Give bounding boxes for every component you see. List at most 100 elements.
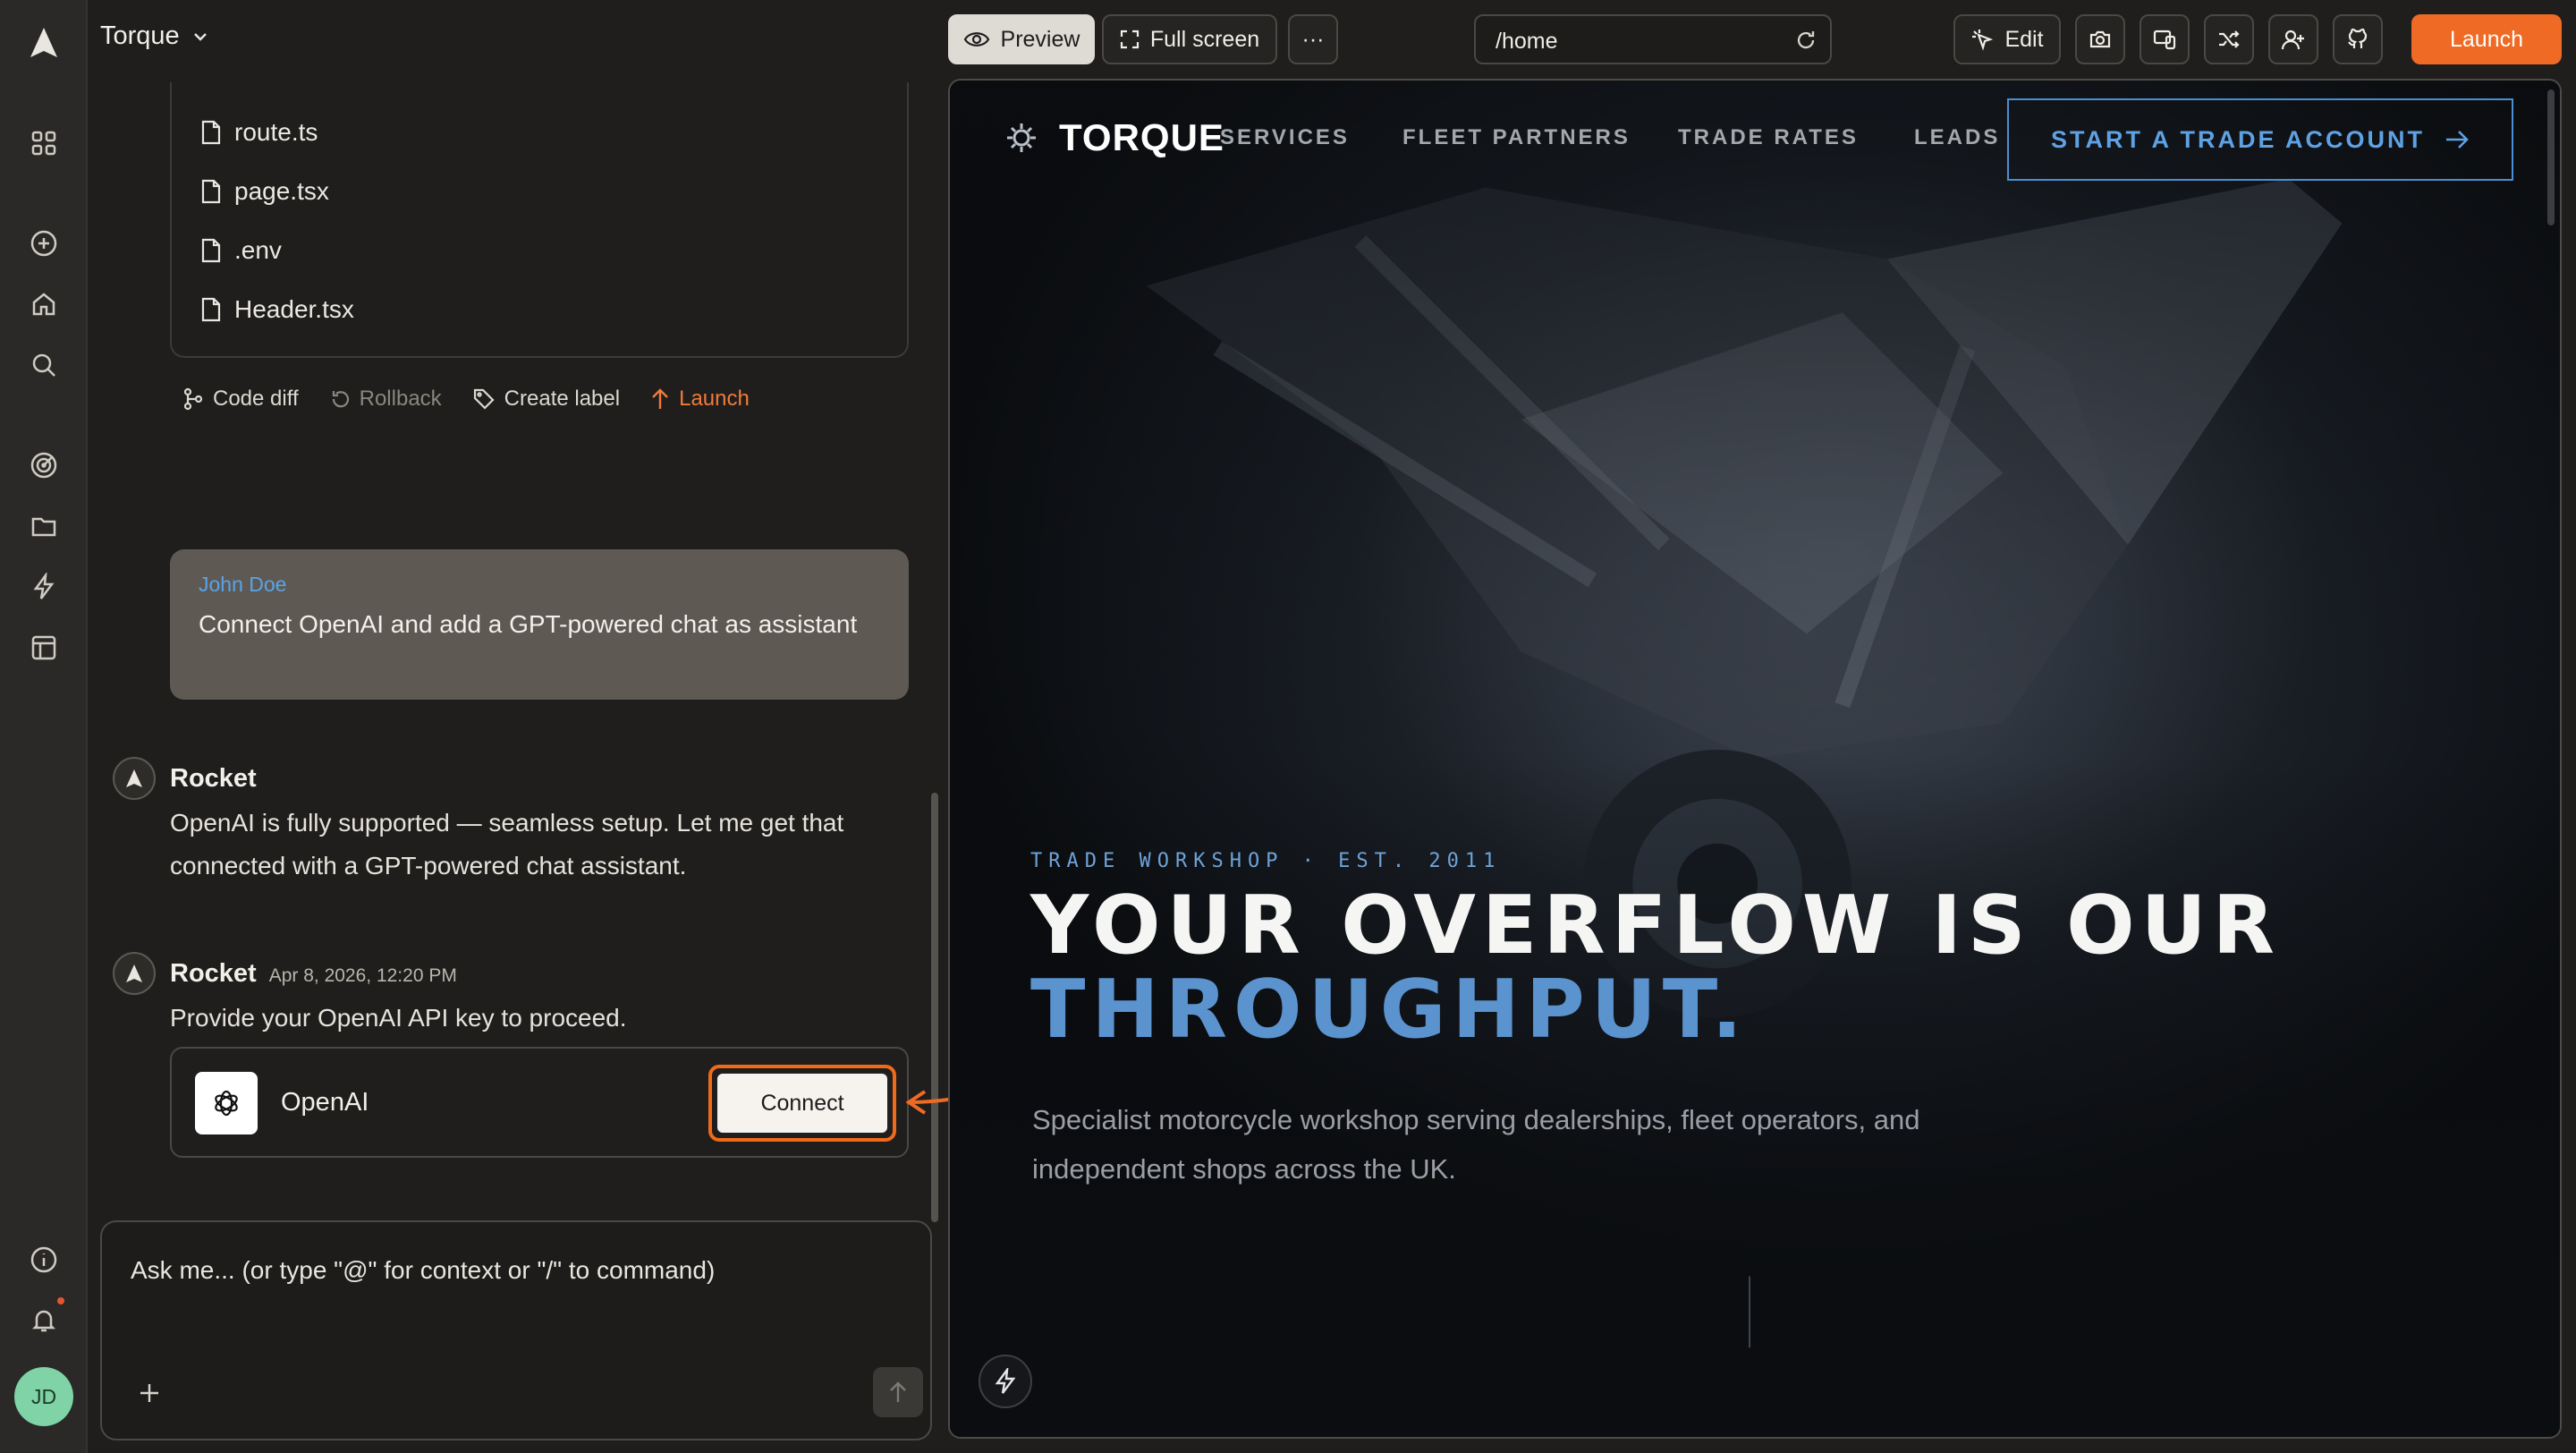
file-item[interactable]: page.tsx: [200, 177, 329, 206]
hero-headline-line-1: YOUR OVERFLOW IS OUR: [1030, 879, 2281, 973]
user-plus-icon: [2281, 30, 2304, 50]
arrow-right-icon: [2445, 131, 2469, 149]
apps-grid-icon[interactable]: [24, 123, 64, 163]
cta-label: START A TRADE ACCOUNT: [2051, 125, 2425, 153]
send-button[interactable]: [873, 1367, 923, 1417]
connect-highlight: Connect: [708, 1065, 896, 1142]
url-bar[interactable]: /home: [1474, 14, 1832, 64]
search-icon[interactable]: [24, 345, 64, 385]
cursor-click-icon: [1972, 30, 1994, 51]
preview-button[interactable]: Preview: [948, 14, 1095, 64]
tag-icon: [473, 388, 495, 410]
file-item[interactable]: .env: [200, 236, 282, 265]
shuffle-button[interactable]: [2204, 14, 2254, 64]
trade-account-cta[interactable]: START A TRADE ACCOUNT: [2007, 98, 2513, 181]
nav-link-services[interactable]: SERVICES: [1220, 125, 1350, 150]
responsive-button[interactable]: [2140, 14, 2190, 64]
launch-action-label: Launch: [679, 387, 750, 411]
add-circle-icon[interactable]: [24, 224, 64, 263]
connect-button[interactable]: Connect: [716, 1072, 889, 1134]
arrow-up-icon: [890, 1381, 906, 1402]
quick-action-button[interactable]: [979, 1355, 1032, 1408]
chat-composer[interactable]: Ask me... (or type "@" for context or "/…: [100, 1220, 932, 1440]
fullscreen-label: Full screen: [1149, 26, 1260, 52]
message-timestamp: Apr 8, 2026, 12:20 PM: [268, 965, 457, 986]
git-branch-icon: [183, 387, 203, 411]
info-icon[interactable]: [24, 1240, 64, 1279]
file-name: .env: [234, 236, 282, 264]
shuffle-icon: [2219, 30, 2240, 48]
hero-headline: YOUR OVERFLOW IS OUR THROUGHPUT.: [1030, 884, 2281, 1052]
assistant-message-text: OpenAI is fully supported — seamless set…: [170, 809, 844, 879]
edit-button[interactable]: Edit: [1953, 14, 2061, 64]
file-name: page.tsx: [234, 177, 329, 205]
create-label-text: Create label: [504, 387, 621, 411]
nav-link-fleet-partners[interactable]: FLEET PARTNERS: [1402, 125, 1631, 150]
avatar-initials: JD: [30, 1384, 57, 1408]
avatar[interactable]: JD: [14, 1367, 73, 1426]
site-brand-name: TORQUE: [1059, 116, 1224, 158]
user-message-text: Connect OpenAI and add a GPT-powered cha…: [199, 610, 858, 638]
notification-dot: [57, 1297, 64, 1304]
code-diff-button[interactable]: Code diff: [182, 387, 299, 412]
hero-headline-line-2: THROUGHPUT.: [1030, 963, 1749, 1057]
file-name: route.ts: [234, 118, 318, 146]
hero-background-image: [950, 81, 2560, 1437]
chat-panel: route.ts page.tsx .env Header.tsx Code d…: [88, 0, 946, 1453]
camera-icon: [2089, 30, 2111, 48]
launch-button[interactable]: Launch: [2411, 14, 2562, 64]
file-item[interactable]: route.ts: [200, 118, 318, 147]
rocket-logo-icon[interactable]: [24, 23, 64, 63]
file-icon: [201, 120, 221, 145]
hero-eyebrow: TRADE WORKSHOP · EST. 2011: [1030, 850, 1502, 872]
undo-icon: [332, 391, 349, 408]
rocket-avatar-icon: [113, 952, 156, 995]
eye-icon: [963, 32, 989, 47]
fullscreen-button[interactable]: Full screen: [1102, 14, 1277, 64]
user-name: John Doe: [199, 573, 287, 596]
attach-button[interactable]: [132, 1376, 166, 1410]
create-label-button[interactable]: Create label: [472, 387, 620, 412]
user-message: John Doe Connect OpenAI and add a GPT-po…: [170, 549, 909, 700]
github-button[interactable]: [2333, 14, 2383, 64]
layout-icon[interactable]: [24, 628, 64, 667]
rocket-avatar-icon: [113, 757, 156, 800]
file-item[interactable]: Header.tsx: [200, 295, 354, 324]
bell-icon[interactable]: [24, 1301, 64, 1340]
file-icon: [201, 297, 221, 322]
chat-scrollbar[interactable]: [931, 793, 938, 1222]
bolt-icon[interactable]: [24, 567, 64, 607]
file-name: Header.tsx: [234, 295, 354, 323]
expand-icon: [1120, 30, 1139, 49]
folder-icon[interactable]: [24, 506, 64, 546]
more-button[interactable]: ···: [1288, 14, 1338, 64]
nav-link-trade-rates[interactable]: TRADE RATES: [1678, 125, 1859, 150]
assistant-name: Rocket Apr 8, 2026, 12:20 PM: [170, 959, 457, 989]
openai-logo-icon: [195, 1072, 258, 1134]
preview-label: Preview: [1000, 26, 1080, 52]
assistant-name-text: Rocket: [170, 959, 257, 988]
rollback-label: Rollback: [359, 387, 442, 411]
refresh-icon[interactable]: [1791, 25, 1821, 55]
assistant-name: Rocket: [170, 764, 257, 793]
edit-label: Edit: [2004, 26, 2044, 52]
left-rail: JD: [0, 0, 88, 1453]
site-brand[interactable]: TORQUE: [1004, 116, 1224, 159]
file-icon: [201, 179, 221, 204]
launch-action-button[interactable]: Launch: [650, 387, 750, 412]
devices-icon: [2153, 30, 2176, 50]
arrow-up-icon: [652, 388, 668, 409]
url-input[interactable]: /home: [1496, 29, 1557, 55]
integration-name: OpenAI: [281, 1088, 369, 1117]
github-icon: [2348, 28, 2368, 48]
assistant-message-text: Provide your OpenAI API key to proceed.: [170, 1004, 627, 1032]
screenshot-button[interactable]: [2075, 14, 2125, 64]
target-icon[interactable]: [24, 446, 64, 485]
rollback-button[interactable]: Rollback: [329, 387, 442, 412]
composer-input[interactable]: Ask me... (or type "@" for context or "/…: [131, 1256, 715, 1285]
file-icon: [201, 238, 221, 263]
nav-link-leads[interactable]: LEADS: [1914, 125, 2000, 150]
openai-integration-card: OpenAI Connect: [170, 1047, 909, 1158]
invite-button[interactable]: [2268, 14, 2318, 64]
home-icon[interactable]: [24, 285, 64, 324]
